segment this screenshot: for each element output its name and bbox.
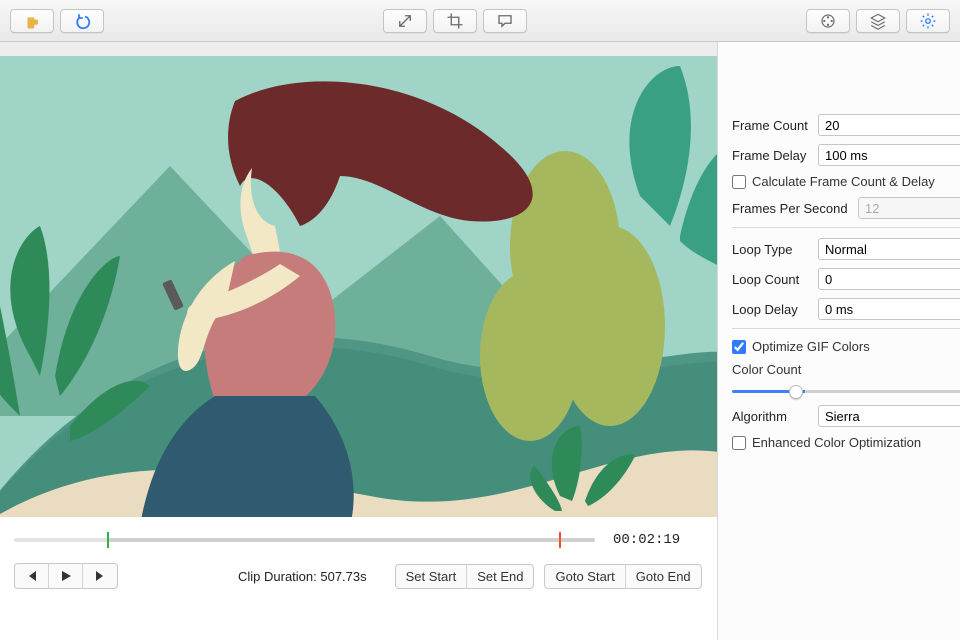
- beer-button[interactable]: [10, 9, 54, 33]
- crop-button[interactable]: [433, 9, 477, 33]
- playback-controls: [14, 563, 118, 589]
- toolbar: [0, 0, 960, 42]
- loop-delay-label: Loop Delay: [732, 302, 812, 317]
- set-range-group: Set Start Set End: [395, 564, 535, 589]
- layers-button[interactable]: [856, 9, 900, 33]
- timeline-end-marker[interactable]: [559, 532, 561, 548]
- resize-button[interactable]: [383, 9, 427, 33]
- algorithm-select[interactable]: Sierra: [818, 405, 960, 427]
- undo-button[interactable]: [60, 9, 104, 33]
- beer-icon: [23, 12, 41, 30]
- color-count-slider[interactable]: [732, 390, 960, 393]
- clip-duration-label: Clip Duration: 507.73s: [238, 569, 367, 584]
- preview-illustration: [0, 56, 717, 517]
- next-frame-button[interactable]: [83, 564, 117, 588]
- skip-back-icon: [26, 570, 38, 582]
- loop-delay-input[interactable]: [818, 298, 960, 320]
- set-start-button[interactable]: Set Start: [396, 565, 468, 588]
- skip-forward-icon: [94, 570, 106, 582]
- preview-canvas: [0, 42, 717, 517]
- enhanced-label: Enhanced Color Optimization: [752, 435, 921, 450]
- undo-icon: [73, 12, 91, 30]
- algorithm-label: Algorithm: [732, 409, 812, 424]
- timeline-start-marker[interactable]: [107, 532, 109, 548]
- play-icon: [60, 570, 72, 582]
- frame-count-label: Frame Count: [732, 118, 812, 133]
- fps-input: [858, 197, 960, 219]
- layers-icon: [869, 12, 887, 30]
- calc-label: Calculate Frame Count & Delay: [752, 174, 935, 189]
- timeline-scrubber[interactable]: [14, 531, 595, 549]
- optimize-checkbox[interactable]: [732, 340, 746, 354]
- color-count-label: Color Count: [732, 362, 801, 377]
- optimize-label: Optimize GIF Colors: [752, 339, 870, 354]
- calc-checkbox[interactable]: [732, 175, 746, 189]
- timeline-panel: 00:02:19 Clip Duration: 507.73s: [0, 517, 717, 599]
- frame-delay-input[interactable]: [818, 144, 960, 166]
- set-end-button[interactable]: Set End: [467, 565, 533, 588]
- toolbar-left-group: [10, 9, 104, 33]
- loop-count-input[interactable]: [818, 268, 960, 290]
- prev-frame-button[interactable]: [15, 564, 49, 588]
- crop-icon: [446, 12, 464, 30]
- loop-type-select[interactable]: Normal: [818, 238, 960, 260]
- resize-icon: [396, 12, 414, 30]
- frame-count-input[interactable]: [818, 114, 960, 136]
- loop-count-label: Loop Count: [732, 272, 812, 287]
- film-icon: [819, 12, 837, 30]
- enhanced-checkbox[interactable]: [732, 436, 746, 450]
- caption-button[interactable]: [483, 9, 527, 33]
- play-button[interactable]: [49, 564, 83, 588]
- timecode: 00:02:19: [613, 532, 703, 548]
- toolbar-right-group: [806, 9, 950, 33]
- goto-start-button[interactable]: Goto Start: [545, 565, 625, 588]
- speech-icon: [496, 12, 514, 30]
- film-button[interactable]: [806, 9, 850, 33]
- gear-icon: [919, 12, 937, 30]
- loop-type-label: Loop Type: [732, 242, 812, 257]
- frame-delay-label: Frame Delay: [732, 148, 812, 163]
- goto-end-button[interactable]: Goto End: [626, 565, 701, 588]
- goto-range-group: Goto Start Goto End: [544, 564, 701, 589]
- fps-label: Frames Per Second: [732, 201, 852, 216]
- settings-sidebar: Frame Count ▲▼ Frame Delay ▲▼ Calculate …: [717, 42, 960, 640]
- toolbar-center-group: [383, 9, 527, 33]
- settings-button[interactable]: [906, 9, 950, 33]
